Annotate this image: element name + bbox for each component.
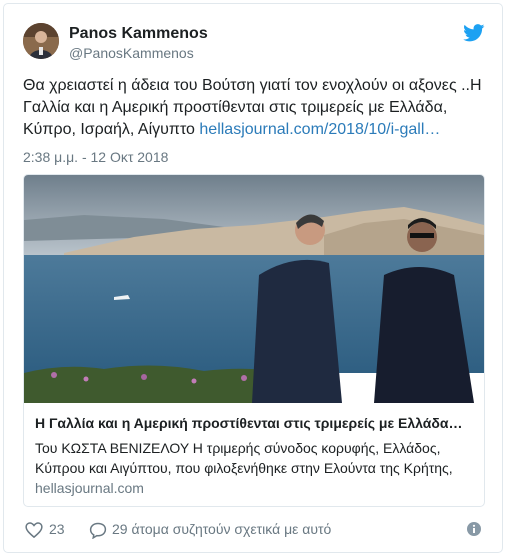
preview-domain: hellasjournal.com	[35, 480, 144, 496]
tweet-actions: 23 29 άτομα συζητούν σχετικά με αυτό	[23, 519, 485, 541]
tweet-timestamp[interactable]: 2:38 μ.μ. - 12 Οκτ 2018	[23, 149, 168, 165]
avatar[interactable]	[23, 23, 59, 59]
link-preview-card[interactable]: Η Γαλλία και η Αμερική προστίθενται στις…	[23, 174, 485, 507]
preview-description: Του ΚΩΣΤΑ ΒΕΝΙΖΕΛΟΥ Η τριμερής σύνοδος κ…	[35, 440, 453, 476]
embedded-tweet-card: Panos Kammenos @PanosKammenos Θα χρειαστ…	[3, 3, 503, 553]
speech-bubble-icon[interactable]	[89, 522, 107, 539]
author-name[interactable]: Panos Kammenos	[69, 25, 208, 43]
twitter-bird-icon[interactable]	[463, 24, 485, 42]
tweet-link[interactable]: hellasjournal.com/2018/10/i-gall…	[199, 121, 440, 138]
info-icon[interactable]	[467, 522, 481, 536]
preview-title[interactable]: Η Γαλλία και η Αμερική προστίθενται στις…	[35, 415, 475, 431]
tweet-text: Θα χρειαστεί η άδεια του Βούτση γιατί το…	[23, 75, 493, 141]
heart-icon[interactable]	[25, 522, 43, 538]
conversation-count[interactable]: 29 άτομα συζητούν σχετικά με αυτό	[112, 521, 331, 537]
author-handle[interactable]: @PanosKammenos	[69, 45, 194, 61]
preview-image[interactable]	[24, 175, 484, 403]
like-count[interactable]: 23	[49, 521, 65, 537]
